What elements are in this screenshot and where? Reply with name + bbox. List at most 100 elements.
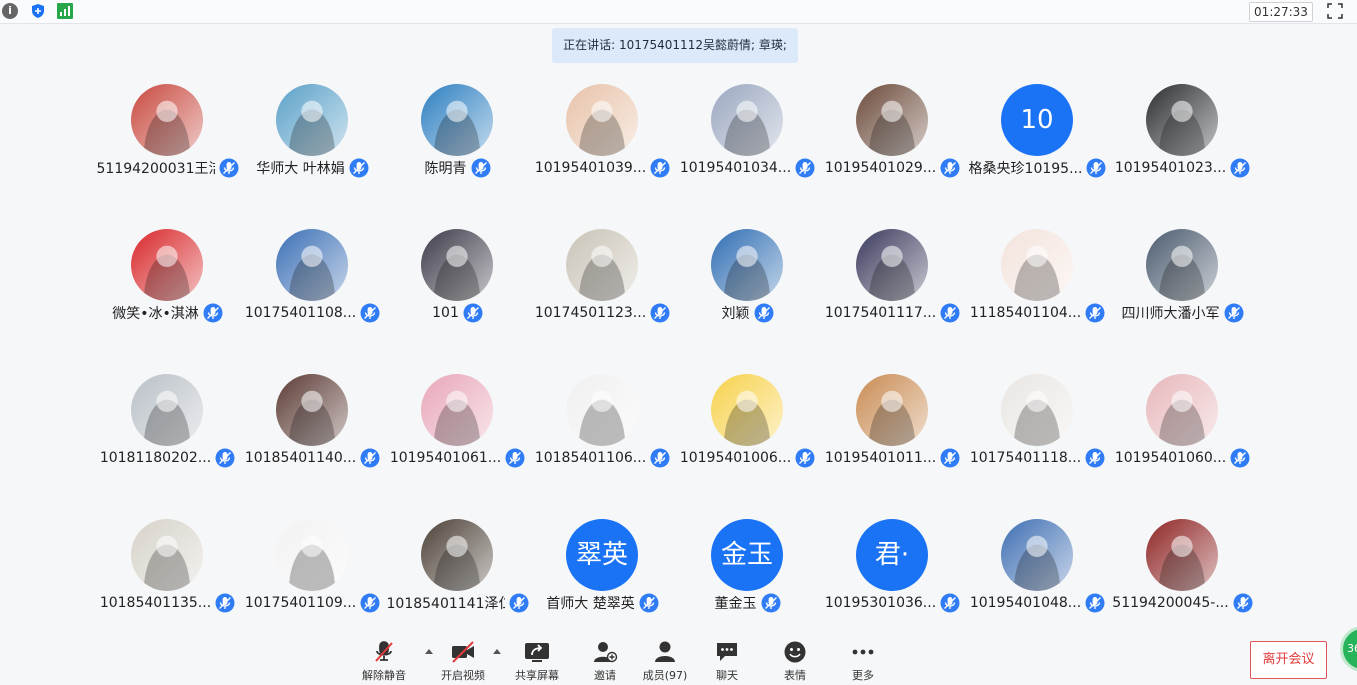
participant-tile[interactable]: 10175401117... <box>820 229 965 339</box>
participant-name-row: 11185401104... <box>965 302 1110 324</box>
participant-tile[interactable]: 10195401034... <box>675 84 820 194</box>
avatar <box>856 374 928 446</box>
participant-tile[interactable]: 51194200031王洁 <box>95 84 240 194</box>
avatar <box>711 84 783 156</box>
participant-name-row: 四川师大潘小军 <box>1110 302 1255 324</box>
participant-tile[interactable]: 10195401048... <box>965 519 1110 629</box>
participant-name-row: 10185401141泽仁... <box>385 592 530 614</box>
participants-grid: 51194200031王洁 华师大 叶林娟 陈明青 10195401039... 101… <box>0 0 1357 685</box>
video-options-caret[interactable] <box>493 649 501 654</box>
members-label: 成员(97) <box>642 669 688 682</box>
participant-name-row: 10195401034... <box>675 157 820 179</box>
avatar <box>566 84 638 156</box>
participant-name-row: 10195401029... <box>820 157 965 179</box>
mic-status-icon <box>349 158 369 178</box>
participant-tile[interactable]: 陈明青 <box>385 84 530 194</box>
chat-label: 聊天 <box>716 669 738 682</box>
avatar <box>421 84 493 156</box>
avatar <box>1001 229 1073 301</box>
participant-name: 10195401023... <box>1114 160 1227 176</box>
share-screen-icon <box>525 643 549 662</box>
avatar <box>856 229 928 301</box>
participant-name: 微笑•冰•淇淋 <box>112 306 199 322</box>
participant-tile[interactable]: 51194200045-... <box>1110 519 1255 629</box>
mic-status-icon <box>940 593 960 613</box>
participant-name-row: 10195401039... <box>530 157 675 179</box>
avatar <box>711 374 783 446</box>
participant-name-row: 51194200045-... <box>1110 592 1255 614</box>
participant-tile[interactable]: 刘颖 <box>675 229 820 339</box>
participant-tile[interactable]: 10185401141泽仁... <box>385 519 530 629</box>
participant-name: 10185401135... <box>99 595 212 611</box>
participant-tile[interactable]: 10195401023... <box>1110 84 1255 194</box>
bottom-toolbar: 解除静音 开启视频 共享屏幕 邀请 成员(97) 聊天 表情 更多 <box>0 636 1357 685</box>
mic-status-icon <box>509 593 528 613</box>
participant-name-row: 10175401118... <box>965 447 1110 469</box>
participant-tile[interactable]: 10195401029... <box>820 84 965 194</box>
avatar-initials: 君· <box>856 519 928 591</box>
mic-status-icon <box>360 448 380 468</box>
participant-tile[interactable]: 10195401039... <box>530 84 675 194</box>
participant-tile[interactable]: 10195401060... <box>1110 374 1255 484</box>
more-button[interactable]: 更多 <box>828 640 898 684</box>
participant-name: 10195401034... <box>679 160 792 176</box>
participant-name: 10185401140... <box>244 450 357 466</box>
participant-tile[interactable]: 10175401109... <box>240 519 385 629</box>
participant-name: 10195401006... <box>679 450 792 466</box>
participant-tile[interactable]: 10195401011... <box>820 374 965 484</box>
start-video-button[interactable]: 开启视频 <box>428 640 498 684</box>
participant-name-row: 10185401135... <box>95 592 240 614</box>
participant-tile[interactable]: 10175401118... <box>965 374 1110 484</box>
participant-tile[interactable]: 金玉 董金玉 <box>675 519 820 629</box>
avatar <box>276 84 348 156</box>
participant-tile[interactable]: 11185401104... <box>965 229 1110 339</box>
mic-status-icon <box>505 448 525 468</box>
mic-status-icon <box>754 303 773 323</box>
participant-name: 10195301036... <box>824 595 937 611</box>
members-icon <box>655 641 675 662</box>
participant-name-row: 101 <box>385 302 530 324</box>
participant-tile[interactable]: 10 格桑央珍10195... <box>965 84 1110 194</box>
unmute-button[interactable]: 解除静音 <box>349 640 419 684</box>
participant-name-row: 10195401061... <box>385 447 530 469</box>
participant-tile[interactable]: 10181180202... <box>95 374 240 484</box>
participant-name: 首师大 楚翠英 <box>546 596 635 612</box>
participant-name-row: 10195301036... <box>820 592 965 614</box>
chat-bubble-icon <box>717 643 737 661</box>
mic-status-icon <box>650 303 670 323</box>
participant-name-row: 董金玉 <box>675 592 820 614</box>
avatar <box>1146 84 1218 156</box>
participant-tile[interactable]: 10185401140... <box>240 374 385 484</box>
participant-tile[interactable]: 微笑•冰•淇淋 <box>95 229 240 339</box>
participant-tile[interactable]: 君· 10195301036... <box>820 519 965 629</box>
share-screen-label: 共享屏幕 <box>515 669 559 682</box>
chat-button[interactable]: 聊天 <box>692 640 762 684</box>
participant-tile[interactable]: 10195401006... <box>675 374 820 484</box>
participant-tile[interactable]: 10174501123... <box>530 229 675 339</box>
start-video-label: 开启视频 <box>441 669 485 682</box>
participant-name-row: 10195401006... <box>675 447 820 469</box>
participant-tile[interactable]: 10195401061... <box>385 374 530 484</box>
reactions-button[interactable]: 表情 <box>760 640 830 684</box>
participant-tile[interactable]: 101 <box>385 229 530 339</box>
participant-tile[interactable]: 10185401135... <box>95 519 240 629</box>
participant-name: 51194200045-... <box>1112 595 1229 611</box>
participant-tile[interactable]: 翠英 首师大 楚翠英 <box>530 519 675 629</box>
share-screen-button[interactable]: 共享屏幕 <box>502 640 572 684</box>
participant-name-row: 华师大 叶林娟 <box>240 157 385 179</box>
participant-tile[interactable]: 华师大 叶林娟 <box>240 84 385 194</box>
video-off-icon <box>452 641 474 663</box>
participant-name-row: 10175401117... <box>820 302 965 324</box>
members-button[interactable]: 成员(97) <box>630 640 700 684</box>
mic-status-icon <box>471 158 490 178</box>
participant-tile[interactable]: 10185401106... <box>530 374 675 484</box>
avatar-initials: 金玉 <box>711 519 783 591</box>
leave-meeting-button[interactable]: 离开会议 <box>1250 641 1327 679</box>
avatar <box>421 374 493 446</box>
participant-name: 10175401108... <box>244 305 357 321</box>
participant-tile[interactable]: 10175401108... <box>240 229 385 339</box>
participant-tile[interactable]: 四川师大潘小军 <box>1110 229 1255 339</box>
participant-name: 10175401118... <box>969 450 1082 466</box>
mic-status-icon <box>203 303 223 323</box>
participant-name-row: 10195401011... <box>820 447 965 469</box>
